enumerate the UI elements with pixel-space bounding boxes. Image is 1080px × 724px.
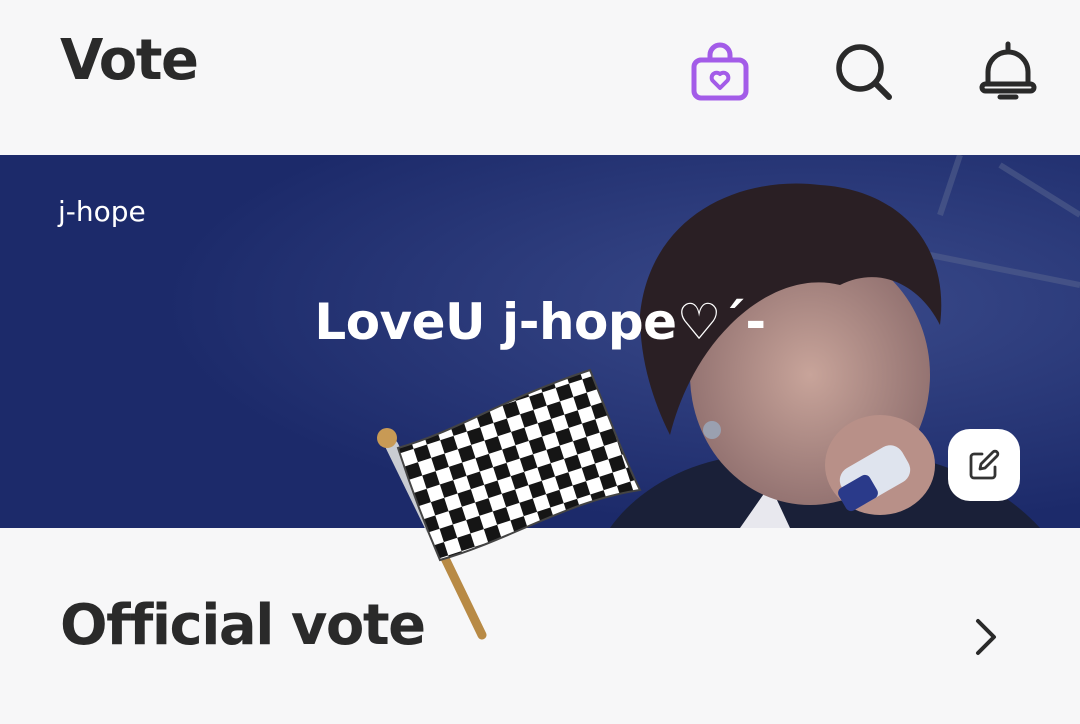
notifications-button[interactable] <box>976 40 1040 104</box>
section-title: Official vote <box>60 593 426 658</box>
search-button[interactable] <box>832 40 896 104</box>
search-icon <box>836 44 892 100</box>
banner-message: LoveU j-hope♡ˊ- <box>314 293 766 351</box>
artist-name: j-hope <box>58 195 146 228</box>
shop-button[interactable] <box>688 40 752 104</box>
app-header: Vote <box>0 0 1080 155</box>
official-vote-row[interactable]: Official vote <box>0 585 1080 685</box>
edit-icon <box>969 449 1000 480</box>
bell-icon <box>979 41 1037 100</box>
shopping-bag-heart-icon <box>691 42 749 101</box>
page-title: Vote <box>60 28 199 93</box>
chevron-right-icon <box>976 619 996 655</box>
edit-banner-button[interactable] <box>948 429 1020 501</box>
